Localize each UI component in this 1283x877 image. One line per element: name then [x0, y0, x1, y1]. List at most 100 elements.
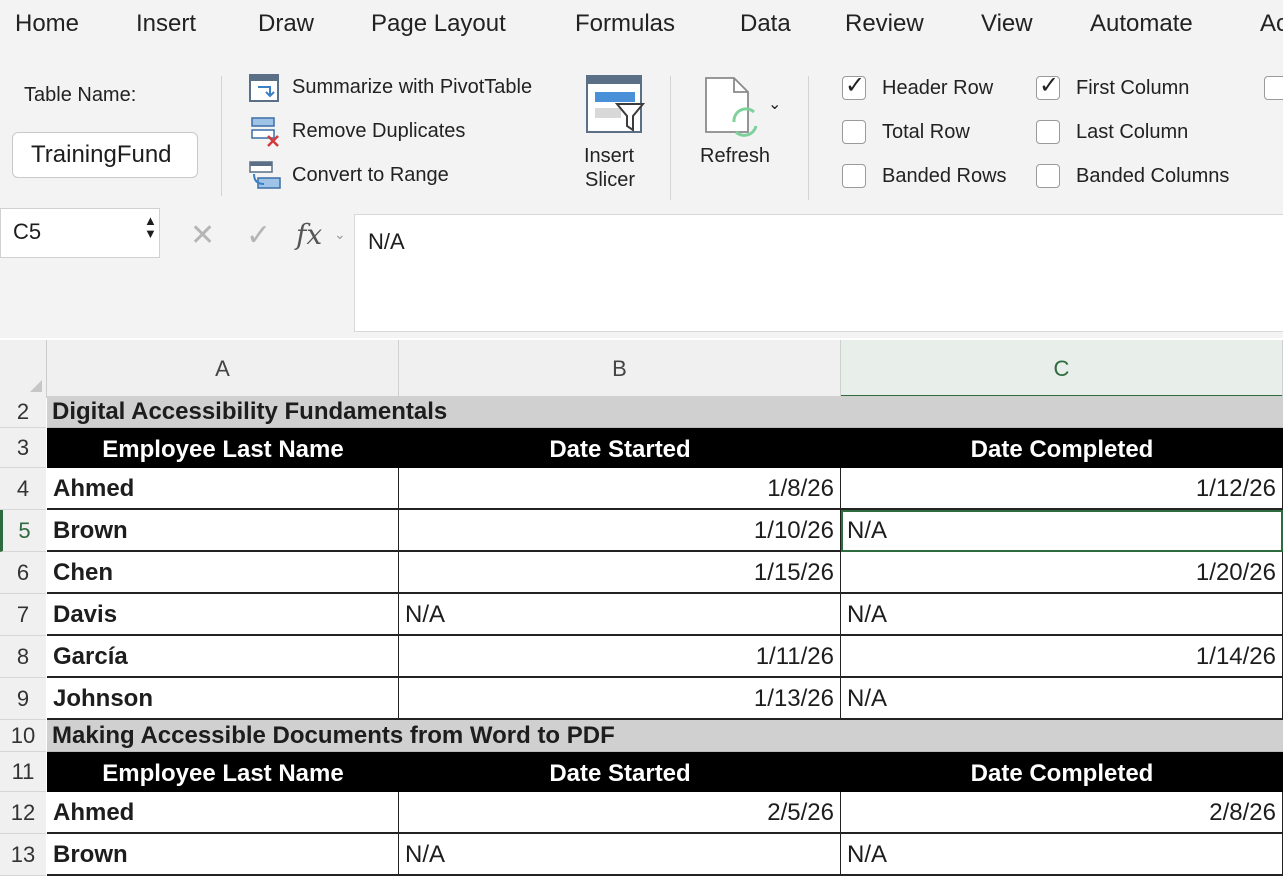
- pivottable-icon[interactable]: [248, 73, 280, 103]
- name-box[interactable]: C5: [0, 208, 160, 258]
- tab-draw[interactable]: Draw: [258, 10, 314, 38]
- ribbon-tab-bar: Home Insert Draw Page Layout Formulas Da…: [0, 0, 1283, 56]
- chevron-down-icon[interactable]: ⌄: [768, 94, 781, 114]
- checkmark-icon: ✓: [1039, 72, 1060, 99]
- remove-duplicates-icon[interactable]: [250, 116, 282, 148]
- total-row-checkbox[interactable]: [842, 120, 866, 144]
- table-cell[interactable]: 1/12/26: [841, 468, 1283, 510]
- section-title[interactable]: Digital Accessibility Fundamentals: [47, 396, 1283, 428]
- table-header-cell[interactable]: Date Started: [399, 428, 841, 468]
- checkmark-icon: ✓: [845, 72, 866, 99]
- tab-insert[interactable]: Insert: [136, 10, 196, 38]
- column-header-a[interactable]: A: [47, 340, 399, 398]
- table-cell[interactable]: Ahmed: [47, 468, 399, 510]
- banded-rows-checkbox[interactable]: [842, 164, 866, 188]
- first-column-checkbox[interactable]: ✓: [1036, 72, 1060, 100]
- banded-columns-label: Banded Columns: [1076, 165, 1230, 187]
- row-header-7[interactable]: 7: [0, 594, 46, 636]
- column-header-c[interactable]: C: [841, 340, 1283, 398]
- table-cell[interactable]: N/A: [841, 678, 1283, 720]
- convert-to-range-icon[interactable]: [248, 160, 282, 192]
- convert-to-range-button[interactable]: Convert to Range: [292, 164, 449, 187]
- table-cell[interactable]: 1/14/26: [841, 636, 1283, 678]
- table-header-cell[interactable]: Employee Last Name: [47, 428, 399, 468]
- table-cell[interactable]: 1/8/26: [399, 468, 841, 510]
- row-header-3[interactable]: 3: [0, 428, 46, 468]
- row-header-9[interactable]: 9: [0, 678, 46, 720]
- table-cell[interactable]: Ahmed: [47, 792, 399, 834]
- refresh-button[interactable]: Refresh: [700, 145, 770, 168]
- table-header-cell[interactable]: Date Completed: [841, 428, 1283, 468]
- table-cell[interactable]: Chen: [47, 552, 399, 594]
- column-header-b[interactable]: B: [399, 340, 841, 398]
- row-header-12[interactable]: 12: [0, 792, 46, 834]
- table-cell[interactable]: Brown: [47, 834, 399, 876]
- last-column-label: Last Column: [1076, 121, 1189, 143]
- tab-automate[interactable]: Automate: [1090, 10, 1193, 38]
- table-name-input[interactable]: TrainingFund: [12, 132, 198, 178]
- refresh-icon[interactable]: [704, 76, 764, 140]
- slicer-icon[interactable]: [585, 74, 646, 136]
- row-header-5[interactable]: 5: [0, 510, 46, 552]
- banded-columns-checkbox[interactable]: [1036, 164, 1060, 188]
- confirm-icon[interactable]: ✓: [246, 218, 271, 253]
- table-cell[interactable]: 2/5/26: [399, 792, 841, 834]
- table-cell[interactable]: N/A: [399, 834, 841, 876]
- function-dropdown-icon[interactable]: ⌄: [334, 226, 346, 243]
- section-title[interactable]: Making Accessible Documents from Word to…: [47, 720, 1283, 752]
- first-column-label: First Column: [1076, 77, 1190, 99]
- ribbon-divider: [808, 76, 809, 200]
- table-cell[interactable]: Brown: [47, 510, 399, 552]
- insert-function-icon[interactable]: fx: [296, 218, 322, 251]
- last-column-checkbox[interactable]: [1036, 120, 1060, 144]
- row-header-2[interactable]: 2: [0, 396, 46, 428]
- tab-formulas[interactable]: Formulas: [575, 10, 675, 38]
- row-header-4[interactable]: 4: [0, 468, 46, 510]
- table-cell[interactable]: N/A: [841, 834, 1283, 876]
- tab-review[interactable]: Review: [845, 10, 924, 38]
- ribbon-divider: [670, 76, 671, 200]
- selected-cell[interactable]: N/A: [841, 510, 1283, 552]
- filter-button-checkbox[interactable]: [1264, 76, 1283, 100]
- table-cell[interactable]: N/A: [841, 594, 1283, 636]
- table-name-label: Table Name:: [24, 84, 137, 106]
- table-design-ribbon: Table Name: TrainingFund Summarize with …: [0, 56, 1283, 209]
- tab-home[interactable]: Home: [15, 10, 79, 38]
- insert-slicer-label-2[interactable]: Slicer: [585, 169, 635, 192]
- table-cell[interactable]: Davis: [47, 594, 399, 636]
- table-cell[interactable]: 1/10/26: [399, 510, 841, 552]
- row-header-6[interactable]: 6: [0, 552, 46, 594]
- remove-duplicates-button[interactable]: Remove Duplicates: [292, 120, 465, 143]
- corner-triangle-icon: [30, 380, 42, 392]
- table-header-cell[interactable]: Employee Last Name: [47, 752, 399, 792]
- row-header-10[interactable]: 10: [0, 720, 46, 752]
- table-cell[interactable]: 1/13/26: [399, 678, 841, 720]
- table-cell[interactable]: 1/15/26: [399, 552, 841, 594]
- insert-slicer-label-1[interactable]: Insert: [584, 145, 634, 168]
- tab-data[interactable]: Data: [740, 10, 791, 38]
- row-header-13[interactable]: 13: [0, 834, 46, 876]
- table-cell[interactable]: Johnson: [47, 678, 399, 720]
- header-row-checkbox[interactable]: ✓: [842, 72, 866, 100]
- table-cell[interactable]: 1/11/26: [399, 636, 841, 678]
- spreadsheet-grid: A B C 2 Digital Accessibility Fundamentals 3 E…: [0, 340, 1283, 877]
- formula-input[interactable]: N/A: [354, 214, 1283, 332]
- name-box-stepper-icon[interactable]: ▲ ▼: [144, 214, 157, 240]
- table-cell[interactable]: García: [47, 636, 399, 678]
- table-header-cell[interactable]: Date Started: [399, 752, 841, 792]
- header-row-label: Header Row: [882, 77, 994, 99]
- banded-rows-label: Banded Rows: [882, 165, 1007, 187]
- formula-bar: C5 ▲ ▼ ✕ ✓ fx ⌄ N/A: [0, 208, 1283, 338]
- row-header-8[interactable]: 8: [0, 636, 46, 678]
- total-row-label: Total Row: [882, 121, 970, 143]
- tab-page-layout[interactable]: Page Layout: [371, 10, 506, 38]
- table-header-cell[interactable]: Date Completed: [841, 752, 1283, 792]
- table-cell[interactable]: N/A: [399, 594, 841, 636]
- tab-view[interactable]: View: [981, 10, 1033, 38]
- table-cell[interactable]: 2/8/26: [841, 792, 1283, 834]
- row-header-11[interactable]: 11: [0, 752, 46, 792]
- tab-overflow[interactable]: Ac: [1260, 10, 1283, 38]
- table-cell[interactable]: 1/20/26: [841, 552, 1283, 594]
- cancel-icon[interactable]: ✕: [190, 218, 215, 253]
- summarize-pivottable-button[interactable]: Summarize with PivotTable: [292, 76, 532, 99]
